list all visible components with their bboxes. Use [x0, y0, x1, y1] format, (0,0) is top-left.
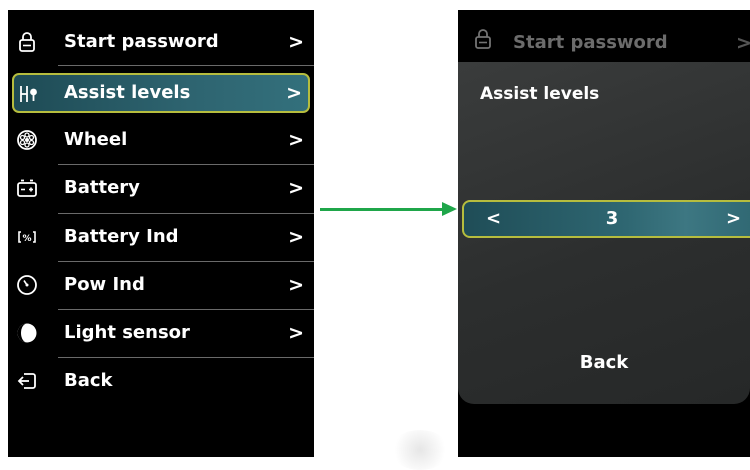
- chevron-right-icon: >: [288, 177, 304, 199]
- assist-level-selector[interactable]: < 3 >: [462, 200, 750, 238]
- svg-text:%: %: [22, 234, 31, 244]
- battery-icon: [17, 179, 37, 197]
- menu-item-pow-ind[interactable]: Pow Ind >: [8, 262, 314, 308]
- chevron-right-icon: >: [288, 274, 304, 296]
- lock-icon: [475, 29, 491, 49]
- lock-icon: [19, 32, 35, 52]
- arrow-head-icon: [442, 202, 457, 216]
- back-button[interactable]: Back: [458, 352, 750, 373]
- menu-item-label: Light sensor: [64, 322, 190, 343]
- chevron-right-icon: >: [288, 226, 304, 248]
- back-icon: [17, 373, 36, 389]
- menu-item-label: Start password: [64, 31, 219, 52]
- menu-item-start-password[interactable]: Start password >: [8, 19, 314, 65]
- menu-item-label: Wheel: [64, 129, 128, 150]
- power-indicator-icon: [17, 275, 37, 295]
- wheel-icon: [17, 130, 37, 150]
- menu-item-light-sensor[interactable]: Light sensor >: [8, 310, 314, 356]
- menu-item-wheel[interactable]: Wheel >: [8, 117, 314, 163]
- left-menu-screen: Start password > Assist levels > Wheel >: [8, 10, 314, 457]
- assist-levels-icon: [20, 86, 37, 102]
- menu-item-label: Back: [64, 370, 113, 391]
- menu-item-label: Battery: [64, 177, 140, 198]
- assist-level-value: 3: [605, 208, 619, 229]
- divider: [58, 65, 314, 66]
- chevron-right-icon: >: [286, 82, 302, 104]
- transition-arrow: [320, 208, 444, 211]
- chevron-right-icon: >: [288, 129, 304, 151]
- menu-item-back[interactable]: Back: [8, 358, 314, 404]
- chevron-right-icon: >: [288, 322, 304, 344]
- menu-item-label: Battery Ind: [64, 226, 179, 247]
- background-glow: [390, 430, 450, 470]
- menu-item-label: Assist levels: [64, 82, 191, 103]
- menu-item-battery-ind[interactable]: % Battery Ind >: [8, 214, 314, 260]
- menu-item-assist-levels[interactable]: Assist levels >: [12, 73, 310, 113]
- battery-indicator-icon: %: [18, 231, 36, 244]
- chevron-right-icon: >: [288, 31, 304, 53]
- assist-levels-screen: Start password > Assist levels < 3 > Bac…: [458, 10, 750, 457]
- assist-levels-panel: Assist levels < 3 > Back: [458, 62, 750, 404]
- increase-level-button[interactable]: >: [726, 202, 741, 236]
- menu-item-battery[interactable]: Battery >: [8, 165, 314, 211]
- light-sensor-icon: [17, 323, 37, 343]
- menu-item-label: Pow Ind: [64, 274, 145, 295]
- panel-title: Assist levels: [480, 84, 600, 104]
